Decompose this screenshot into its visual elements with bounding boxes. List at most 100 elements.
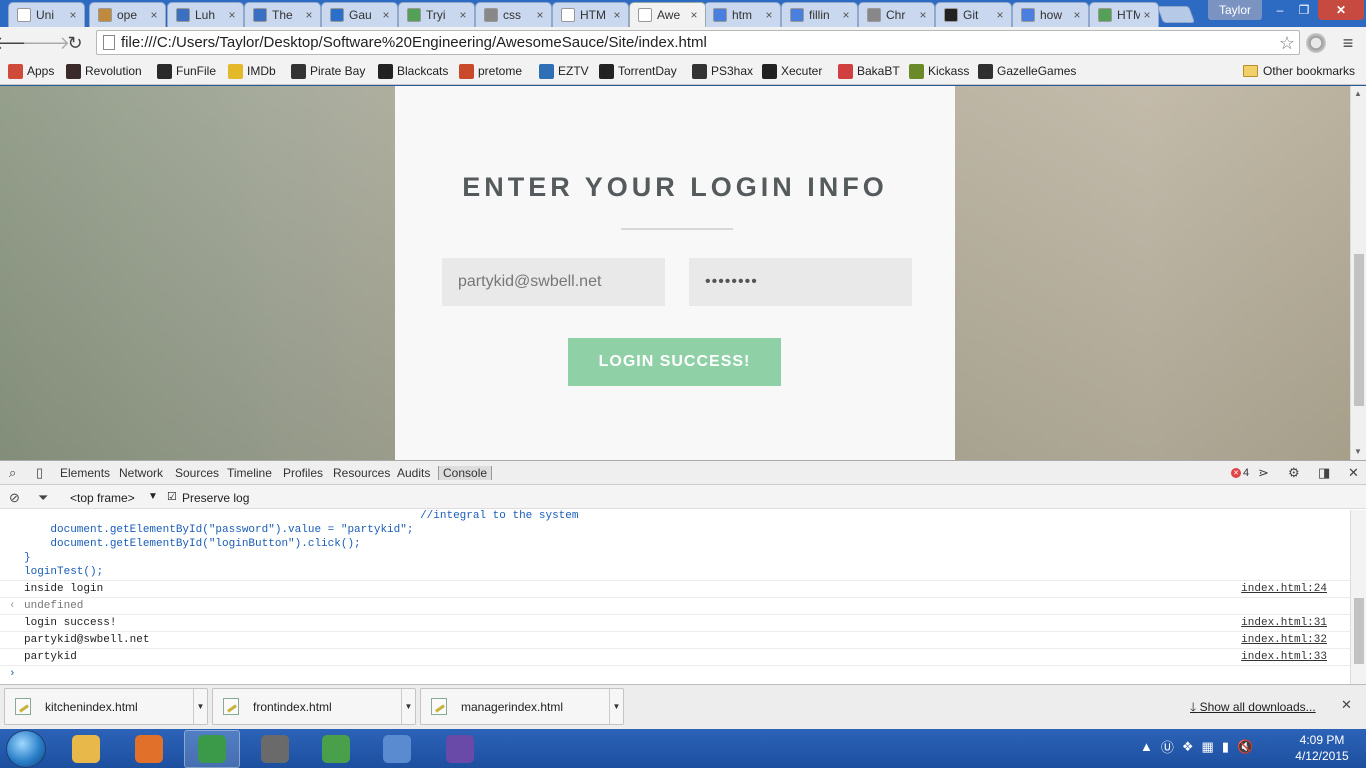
extension-icon[interactable] — [1306, 33, 1326, 53]
error-count-badge[interactable]: ✕ 4 — [1231, 467, 1249, 479]
browser-tab[interactable]: HTM× — [1089, 2, 1159, 27]
devtools-tab-profiles[interactable]: Profiles — [283, 466, 323, 480]
bookmark-item[interactable]: Apps — [8, 62, 54, 80]
devtools-tab-console[interactable]: Console — [438, 466, 493, 480]
browser-tab[interactable]: Git × — [935, 2, 1012, 27]
page-scroll-thumb[interactable] — [1354, 254, 1364, 406]
bookmark-item[interactable]: Pirate Bay — [291, 62, 365, 80]
tab-close-icon[interactable]: × — [993, 8, 1007, 22]
tab-close-icon[interactable]: × — [916, 8, 930, 22]
new-tab-button[interactable] — [1156, 6, 1196, 23]
browser-tab[interactable]: css × — [475, 2, 552, 27]
address-bar[interactable]: file:///C:/Users/Taylor/Desktop/Software… — [96, 30, 1300, 55]
volume-muted-icon[interactable]: 🔇 — [1237, 739, 1253, 755]
browser-tab[interactable]: ope × — [89, 2, 166, 27]
console-drawer-icon[interactable]: ⋗ — [1258, 465, 1269, 481]
frame-dropdown-icon[interactable]: ▼ — [148, 491, 158, 502]
console-prompt-icon[interactable]: › — [9, 668, 16, 680]
devtools-tab-timeline[interactable]: Timeline — [227, 466, 272, 480]
bookmark-item[interactable]: PS3hax — [692, 62, 753, 80]
bookmark-item[interactable]: Xecuter — [762, 62, 822, 80]
tab-close-icon[interactable]: × — [610, 8, 624, 22]
browser-tab[interactable]: fillin × — [781, 2, 858, 27]
browser-tab[interactable]: HTM× — [552, 2, 629, 27]
bookmark-item[interactable]: Blackcats — [378, 62, 448, 80]
signal-icon[interactable]: ▮ — [1222, 739, 1229, 755]
browser-tab[interactable]: The × — [244, 2, 321, 27]
tab-close-icon[interactable]: × — [1140, 8, 1154, 22]
download-menu-icon[interactable]: ▼ — [193, 689, 207, 724]
devtools-tab-resources[interactable]: Resources — [333, 466, 390, 480]
console-source-link[interactable]: index.html:32 — [1241, 634, 1327, 646]
taskbar-clock[interactable]: 4:09 PM 4/12/2015 — [1290, 732, 1354, 764]
devtools-close-icon[interactable]: ✕ — [1348, 465, 1359, 481]
tab-close-icon[interactable]: × — [1070, 8, 1084, 22]
browser-tab[interactable]: Chr × — [858, 2, 935, 27]
devtools-tab-sources[interactable]: Sources — [175, 466, 219, 480]
download-item[interactable]: kitchenindex.html ▼ — [4, 688, 208, 725]
profile-button[interactable]: Taylor — [1208, 0, 1262, 20]
filter-icon[interactable]: ⏷ — [38, 490, 48, 506]
login-button[interactable]: LOGIN SUCCESS! — [568, 338, 781, 386]
browser-tab[interactable]: Tryi × — [398, 2, 475, 27]
bookmark-item[interactable]: IMDb — [228, 62, 276, 80]
tab-close-icon[interactable]: × — [66, 8, 80, 22]
email-field[interactable]: partykid@swbell.net — [442, 258, 665, 306]
show-all-downloads-link[interactable]: 🡓 Show all downloads... — [1190, 698, 1316, 719]
bookmark-item[interactable]: Kickass — [909, 62, 969, 80]
console-scroll-thumb[interactable] — [1354, 598, 1364, 664]
control-panel-taskbar-button[interactable] — [369, 730, 425, 768]
browser-tab[interactable]: how × — [1012, 2, 1089, 27]
devtools-tab-elements[interactable]: Elements — [60, 466, 110, 480]
window-close-icon[interactable]: ✕ — [1318, 0, 1364, 20]
dock-side-icon[interactable]: ◨ — [1318, 465, 1330, 481]
clear-console-icon[interactable]: ⊘ — [9, 490, 20, 506]
tab-close-icon[interactable]: × — [839, 8, 853, 22]
shelf-close-icon[interactable]: ✕ — [1341, 697, 1352, 713]
bookmark-item[interactable]: BakaBT — [838, 62, 900, 80]
page-scrollbar[interactable]: ▲ ▼ — [1350, 86, 1366, 460]
device-mode-icon[interactable]: ▯ — [36, 465, 43, 481]
devtools-tab-network[interactable]: Network — [119, 466, 163, 480]
inspect-search-icon[interactable]: ⌕ — [9, 465, 16, 481]
media-player-taskbar-button[interactable] — [247, 730, 303, 768]
bookmark-item[interactable]: FunFile — [157, 62, 216, 80]
chrome-menu-icon[interactable]: ≡ — [1338, 33, 1358, 53]
chrome-taskbar-button[interactable] — [184, 730, 240, 768]
browser-tab[interactable]: Gau × — [321, 2, 398, 27]
preserve-log-checkbox[interactable]: ☑ — [167, 490, 177, 503]
network-icon[interactable]: ▦ — [1202, 739, 1214, 755]
download-item[interactable]: managerindex.html ▼ — [420, 688, 624, 725]
utorrent-icon[interactable]: Ⓤ — [1161, 737, 1174, 756]
tab-close-icon[interactable]: × — [687, 8, 701, 22]
devtools-settings-icon[interactable]: ⚙ — [1288, 465, 1300, 481]
browser-tab[interactable]: Awe × — [629, 2, 706, 27]
download-menu-icon[interactable]: ▼ — [401, 689, 415, 724]
scroll-up-icon[interactable]: ▲ — [1354, 89, 1362, 98]
other-bookmarks-folder[interactable]: Other bookmarks — [1243, 62, 1355, 80]
tab-close-icon[interactable]: × — [379, 8, 393, 22]
dropbox-icon[interactable]: ❖ — [1182, 739, 1194, 755]
minimize-icon[interactable]: – — [1268, 0, 1292, 20]
maximize-icon[interactable]: ❐ — [1292, 0, 1316, 20]
reload-icon[interactable]: ↻ — [64, 32, 86, 54]
tray-expand-icon[interactable]: ▲ — [1140, 739, 1153, 754]
password-field[interactable]: •••••••• — [689, 258, 912, 306]
browser-tab[interactable]: Luh × — [167, 2, 244, 27]
browser-tab[interactable]: Uni × — [8, 2, 85, 27]
scroll-down-icon[interactable]: ▼ — [1354, 447, 1362, 456]
console-source-link[interactable]: index.html:31 — [1241, 617, 1327, 629]
bookmark-item[interactable]: pretome — [459, 62, 522, 80]
bookmark-star-icon[interactable]: ☆ — [1279, 33, 1295, 54]
tab-close-icon[interactable]: × — [147, 8, 161, 22]
frame-selector[interactable]: <top frame> — [70, 491, 135, 505]
devtools-tab-audits[interactable]: Audits — [397, 466, 430, 480]
firefox-taskbar-button[interactable] — [121, 730, 177, 768]
editor-taskbar-button[interactable] — [308, 730, 364, 768]
download-menu-icon[interactable]: ▼ — [609, 689, 623, 724]
tab-close-icon[interactable]: × — [302, 8, 316, 22]
forward-icon[interactable]: 🡒 — [22, 32, 70, 54]
tab-close-icon[interactable]: × — [456, 8, 470, 22]
console-source-link[interactable]: index.html:33 — [1241, 651, 1327, 663]
console-source-link[interactable]: index.html:24 — [1241, 583, 1327, 595]
